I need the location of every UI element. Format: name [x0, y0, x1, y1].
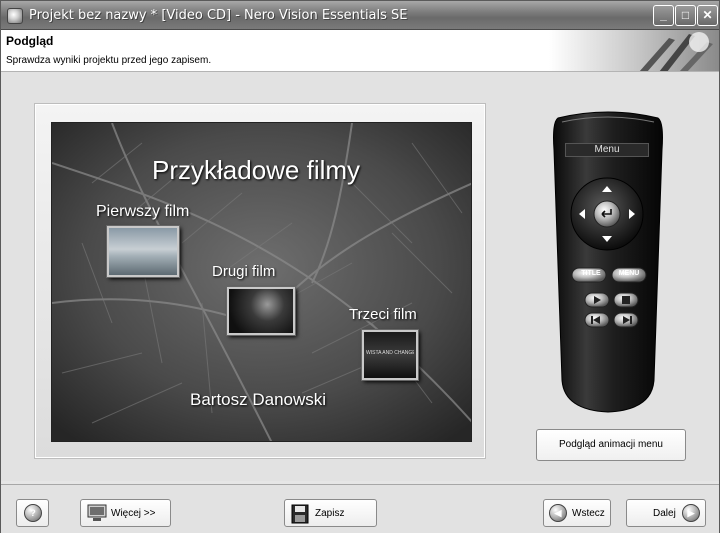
floppy-icon: [291, 504, 309, 524]
window-title: Projekt bez nazwy * [Video CD] - Nero Vi…: [29, 8, 408, 23]
film-3-thumbnail[interactable]: WISTA AND CHANGE: [362, 330, 418, 380]
author-label: Bartosz Danowski: [190, 390, 327, 409]
title-bar[interactable]: Projekt bez nazwy * [Video CD] - Nero Vi…: [1, 1, 719, 30]
remote-title-button[interactable]: TITLE: [576, 270, 606, 277]
menu-animation-preview-button[interactable]: Podgląd animacji menu: [536, 429, 686, 461]
menu-title: Przykładowe filmy: [152, 155, 361, 185]
minimize-button[interactable]: _: [653, 5, 674, 26]
film-3-label[interactable]: Trzeci film: [349, 306, 417, 323]
page-description: Sprawdza wyniki projektu przed jego zapi…: [6, 55, 212, 66]
more-button-label: Więcej >>: [111, 508, 156, 519]
help-icon: ?: [24, 504, 42, 522]
back-button[interactable]: ◀ Wstecz: [543, 499, 611, 527]
back-button-label: Wstecz: [572, 508, 605, 519]
preview-screen[interactable]: Przykładowe filmy Pierwszy film Drugi fi…: [51, 122, 472, 442]
remote-display: Menu: [565, 143, 649, 157]
app-window: Projekt bez nazwy * [Video CD] - Nero Vi…: [0, 0, 720, 533]
save-button[interactable]: Zapisz: [284, 499, 377, 527]
remote-menu-button[interactable]: MENU: [614, 270, 644, 277]
film-2-label[interactable]: Drugi film: [212, 263, 275, 280]
header-decoration: [549, 30, 719, 71]
maximize-button[interactable]: □: [675, 5, 696, 26]
page-header: Podgląd Sprawdza wyniki projektu przed j…: [1, 30, 719, 72]
film-1-label[interactable]: Pierwszy film: [96, 203, 189, 221]
close-button[interactable]: ✕: [697, 5, 718, 26]
film-2-thumbnail[interactable]: [227, 287, 295, 335]
arrow-left-icon: ◀: [549, 504, 567, 522]
page-title: Podgląd: [6, 34, 54, 48]
remote-control: Menu TITLE MENU: [548, 110, 668, 415]
film-1-thumbnail[interactable]: [107, 226, 179, 277]
more-button[interactable]: Więcej >>: [80, 499, 171, 527]
arrow-right-icon: ▶: [682, 504, 700, 522]
next-button[interactable]: Dalej ▶: [626, 499, 706, 527]
monitor-icon: [87, 504, 107, 521]
next-button-label: Dalej: [653, 508, 676, 519]
app-icon: [7, 8, 23, 24]
save-button-label: Zapisz: [315, 508, 345, 519]
footer-bar: ? Więcej >> Zapisz ◀ Wstecz Dalej ▶: [1, 484, 719, 533]
film-3-thumbnail-text: WISTA AND CHANGE: [366, 350, 414, 356]
help-button[interactable]: ?: [16, 499, 49, 527]
